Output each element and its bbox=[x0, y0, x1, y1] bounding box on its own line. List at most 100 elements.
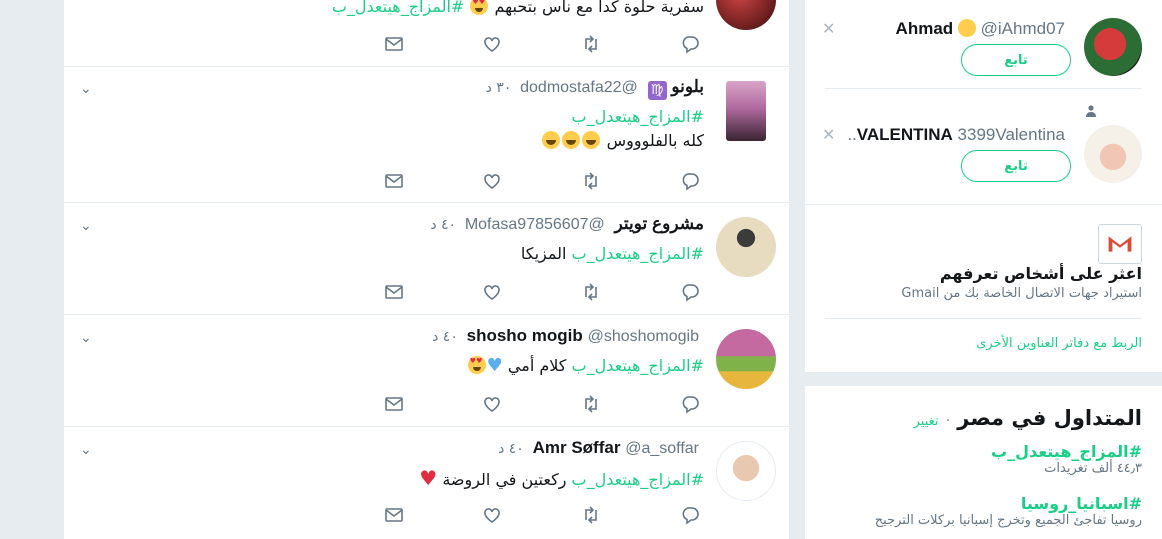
tweet-text: #المزاج_هيتعدل_ب كلام أمي ♥ bbox=[467, 355, 704, 376]
user-handle[interactable]: @Mofasa97856607 bbox=[465, 216, 605, 233]
avatar[interactable] bbox=[726, 81, 766, 141]
close-icon[interactable]: ✕ bbox=[822, 125, 835, 144]
trend-item[interactable]: #اسبانيا_روسيا روسيا تفاجئ الجميع وتخرج … bbox=[875, 494, 1142, 528]
reply-button[interactable] bbox=[681, 282, 703, 302]
message-button[interactable] bbox=[384, 34, 406, 54]
change-location-link[interactable]: تغيير bbox=[914, 414, 939, 429]
tweet-header: مشروع تويتر @Mofasa97856607 ٤٠ د bbox=[430, 214, 704, 234]
who-to-follow-panel: ✕ Ahmad @iAhmd07 تابع ✕ VALENTINA 3399Va… bbox=[805, 0, 1162, 372]
display-name[interactable]: مشروع تويتر bbox=[615, 214, 704, 233]
divider bbox=[825, 88, 1142, 89]
chevron-down-icon[interactable]: ⌄ bbox=[80, 218, 92, 234]
hashtag-link[interactable]: #المزاج_هيتعدل_ب bbox=[572, 244, 704, 263]
retweet-button[interactable] bbox=[581, 34, 603, 54]
timestamp[interactable]: ٣٠ د bbox=[486, 80, 512, 96]
reply-button[interactable] bbox=[681, 505, 703, 525]
hashtag-link[interactable]: #المزاج_هيتعدل_ب bbox=[572, 470, 704, 489]
find-people-title[interactable]: اعثر على أشخاص تعرفهم bbox=[940, 264, 1142, 283]
chevron-down-icon[interactable]: ⌄ bbox=[80, 81, 92, 97]
tweet-actions bbox=[64, 171, 789, 191]
follow-button[interactable]: تابع bbox=[961, 150, 1071, 182]
trends-panel: المتداول في مصر · تغيير #المزاج_هيتعدل_ب… bbox=[805, 386, 1162, 539]
message-icon bbox=[385, 508, 403, 522]
avatar[interactable] bbox=[716, 217, 776, 277]
chevron-down-icon[interactable]: ⌄ bbox=[80, 330, 92, 346]
tweet-header: shosho mogib @shoshomogib ٤٠ د bbox=[432, 326, 704, 346]
retweet-icon bbox=[585, 172, 597, 190]
hashtag-link[interactable]: #المزاج_هيتعدل_ب bbox=[572, 107, 704, 126]
avatar[interactable] bbox=[716, 329, 776, 389]
display-name[interactable]: Ahmad bbox=[896, 19, 954, 38]
message-button[interactable] bbox=[384, 505, 406, 525]
retweet-button[interactable] bbox=[581, 394, 603, 414]
reply-button[interactable] bbox=[681, 171, 703, 191]
timestamp[interactable]: ٤٠ د bbox=[498, 441, 524, 457]
display-name[interactable]: VALENTINA bbox=[857, 125, 953, 144]
user-handle[interactable]: @dodmostafa22 bbox=[520, 79, 638, 96]
message-button[interactable] bbox=[384, 171, 406, 191]
tweet[interactable]: ⌄ shosho mogib @shoshomogib ٤٠ د #المزاج… bbox=[64, 316, 789, 427]
divider bbox=[805, 204, 1162, 205]
reply-icon bbox=[682, 507, 699, 525]
retweet-button[interactable] bbox=[581, 282, 603, 302]
suggested-user-name: Ahmad @iAhmd07 bbox=[896, 19, 1071, 39]
trend-name[interactable]: #اسبانيا_روسيا bbox=[875, 494, 1142, 513]
red-heart-icon: ♥ bbox=[419, 466, 438, 490]
zodiac-icon: ♍ bbox=[647, 81, 667, 100]
reply-icon bbox=[682, 36, 699, 54]
display-name[interactable]: بلونو bbox=[671, 77, 704, 96]
message-button[interactable] bbox=[384, 282, 406, 302]
follow-button[interactable]: تابع bbox=[961, 44, 1071, 76]
timestamp[interactable]: ٤٠ د bbox=[432, 329, 458, 345]
retweet-button[interactable] bbox=[581, 171, 603, 191]
trend-item[interactable]: #المزاج_هيتعدل_ب ٤٤٫٣ ألف تغريدات bbox=[991, 442, 1142, 476]
avatar[interactable] bbox=[716, 0, 776, 30]
like-button[interactable] bbox=[482, 171, 504, 191]
laughing-emoji-icon bbox=[582, 131, 601, 149]
display-name[interactable]: Amr Søffar bbox=[533, 438, 621, 457]
timestamp[interactable]: ٤٠ د bbox=[430, 217, 456, 233]
message-icon bbox=[385, 174, 403, 188]
like-icon bbox=[484, 508, 500, 523]
like-button[interactable] bbox=[482, 34, 504, 54]
tweet-text: سفرية حلوة كدا مع ناس بتحبهم #المزاج_هيت… bbox=[332, 0, 704, 16]
close-icon[interactable]: ✕ bbox=[822, 19, 835, 38]
retweet-icon bbox=[585, 283, 597, 301]
person-icon bbox=[1086, 102, 1096, 117]
reply-button[interactable] bbox=[681, 394, 703, 414]
message-icon bbox=[385, 37, 403, 51]
tweet[interactable]: ⌄ Amr Søffar @a_soffar ٤٠ د #المزاج_هيتع… bbox=[64, 428, 789, 539]
user-handle[interactable]: @iAhmd07 bbox=[981, 19, 1065, 38]
user-handle[interactable]: @shoshomogib bbox=[588, 328, 699, 345]
tweet[interactable]: سفرية حلوة كدا مع ناس بتحبهم #المزاج_هيت… bbox=[64, 0, 789, 67]
tweet[interactable]: ⌄ بلونو ♍ @dodmostafa22 ٣٠ د #المزاج_هيت… bbox=[64, 67, 789, 203]
user-handle[interactable]: @a_soffar bbox=[625, 440, 699, 457]
tweet-text-body: سفرية حلوة كدا مع ناس بتحبهم bbox=[494, 0, 705, 16]
trends-header: المتداول في مصر · تغيير bbox=[914, 406, 1142, 430]
like-button[interactable] bbox=[482, 394, 504, 414]
emoji-icon bbox=[470, 0, 489, 15]
trend-name[interactable]: #المزاج_هيتعدل_ب bbox=[991, 442, 1142, 461]
avatar[interactable] bbox=[716, 441, 776, 501]
suggested-user: ✕ VALENTINA 3399Valentina.. تابع bbox=[805, 90, 1162, 200]
chevron-down-icon[interactable]: ⌄ bbox=[80, 442, 92, 458]
like-button[interactable] bbox=[482, 505, 504, 525]
reply-button[interactable] bbox=[681, 34, 703, 54]
trends-title: المتداول في مصر bbox=[957, 406, 1142, 430]
hashtag-link[interactable]: #المزاج_هيتعدل_ب bbox=[332, 0, 464, 16]
tweet-actions bbox=[64, 394, 789, 414]
avatar[interactable] bbox=[1084, 18, 1142, 76]
trend-meta: ٤٤٫٣ ألف تغريدات bbox=[1044, 461, 1142, 476]
connect-address-books-link[interactable]: الربط مع دفاتر العناوين الأخرى bbox=[976, 336, 1142, 351]
tweet-text-body: كلام أمي bbox=[507, 356, 567, 375]
like-button[interactable] bbox=[482, 282, 504, 302]
like-icon bbox=[484, 174, 500, 189]
retweet-button[interactable] bbox=[581, 505, 603, 525]
separator: · bbox=[945, 414, 950, 429]
message-button[interactable] bbox=[384, 394, 406, 414]
tweet[interactable]: ⌄ مشروع تويتر @Mofasa97856607 ٤٠ د #المز… bbox=[64, 204, 789, 315]
avatar[interactable] bbox=[1084, 125, 1142, 183]
display-name[interactable]: shosho mogib bbox=[467, 326, 583, 345]
gmail-icon[interactable] bbox=[1098, 224, 1142, 264]
hashtag-link[interactable]: #المزاج_هيتعدل_ب bbox=[572, 356, 704, 375]
